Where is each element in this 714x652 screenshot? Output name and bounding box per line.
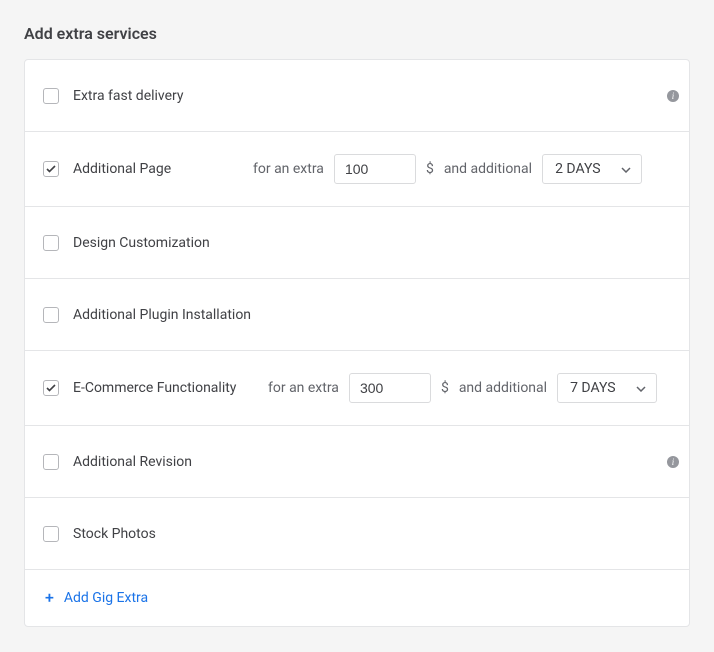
service-label: Extra fast delivery	[73, 88, 184, 104]
checkbox-plugin-installation[interactable]	[43, 307, 59, 323]
checkbox-ecommerce[interactable]	[43, 380, 59, 396]
service-row-plugin-installation: Additional Plugin Installation	[25, 279, 689, 351]
service-row-ecommerce: E-Commerce Functionality for an extra $ …	[25, 351, 689, 426]
service-row-extra-fast: Extra fast delivery i	[25, 60, 689, 132]
duration-value: 7 DAYS	[570, 380, 616, 396]
service-label: Additional Page	[73, 161, 171, 177]
and-additional-label: and additional	[444, 161, 532, 177]
info-icon[interactable]: i	[667, 90, 679, 102]
duration-select-additional-page[interactable]: 2 DAYS	[542, 154, 642, 184]
checkbox-stock-photos[interactable]	[43, 526, 59, 542]
chevron-down-icon	[621, 161, 631, 177]
duration-value: 2 DAYS	[555, 161, 601, 177]
and-additional-label: and additional	[459, 380, 547, 396]
for-extra-label: for an extra	[268, 380, 339, 396]
chevron-down-icon	[636, 380, 646, 396]
for-extra-label: for an extra	[253, 161, 324, 177]
plus-icon: +	[45, 590, 54, 606]
service-row-stock-photos: Stock Photos	[25, 498, 689, 570]
checkbox-design-customization[interactable]	[43, 235, 59, 251]
service-label: Additional Plugin Installation	[73, 307, 251, 323]
checkbox-additional-revision[interactable]	[43, 454, 59, 470]
section-title: Add extra services	[24, 24, 690, 43]
service-label: Additional Revision	[73, 454, 192, 470]
service-label: Stock Photos	[73, 526, 156, 542]
service-row-additional-page: Additional Page for an extra $ and addit…	[25, 132, 689, 207]
services-list: Extra fast delivery i Additional Page fo…	[24, 59, 690, 627]
service-label: Design Customization	[73, 235, 210, 251]
duration-select-ecommerce[interactable]: 7 DAYS	[557, 373, 657, 403]
service-label: E-Commerce Functionality	[73, 380, 236, 396]
add-gig-extra-button[interactable]: + Add Gig Extra	[25, 570, 689, 626]
checkbox-extra-fast[interactable]	[43, 88, 59, 104]
add-gig-extra-label: Add Gig Extra	[64, 590, 148, 606]
info-icon[interactable]: i	[667, 456, 679, 468]
price-input-additional-page[interactable]	[334, 154, 416, 184]
currency-label: $	[441, 380, 449, 396]
service-row-design-customization: Design Customization	[25, 207, 689, 279]
currency-label: $	[426, 161, 434, 177]
price-input-ecommerce[interactable]	[349, 373, 431, 403]
checkbox-additional-page[interactable]	[43, 161, 59, 177]
service-row-additional-revision: Additional Revision i	[25, 426, 689, 498]
